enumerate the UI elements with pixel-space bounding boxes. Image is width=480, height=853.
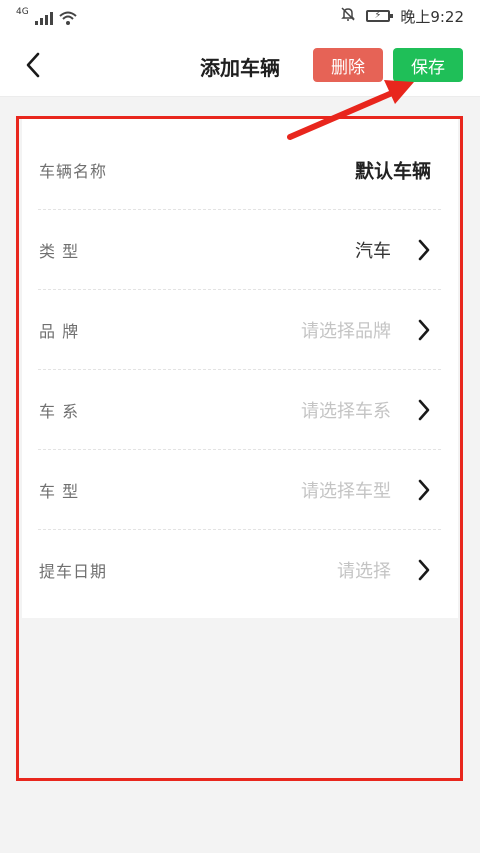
status-bar: 4G ⚡ 晚上9:22	[0, 0, 480, 34]
status-left: 4G	[16, 7, 77, 25]
save-button[interactable]: 保存	[393, 48, 463, 82]
wifi-icon	[59, 11, 77, 25]
network-type: 4G	[16, 7, 29, 17]
annotation-highlight-box	[16, 116, 463, 781]
delete-button[interactable]: 删除	[313, 48, 383, 82]
status-right: ⚡ 晚上9:22	[340, 6, 464, 26]
battery-icon: ⚡	[366, 10, 394, 22]
nav-bar: 添加车辆 删除 保存	[0, 34, 480, 97]
status-time: 晚上9:22	[400, 7, 464, 26]
signal-icon	[34, 11, 53, 25]
mute-bell-icon	[340, 6, 356, 26]
